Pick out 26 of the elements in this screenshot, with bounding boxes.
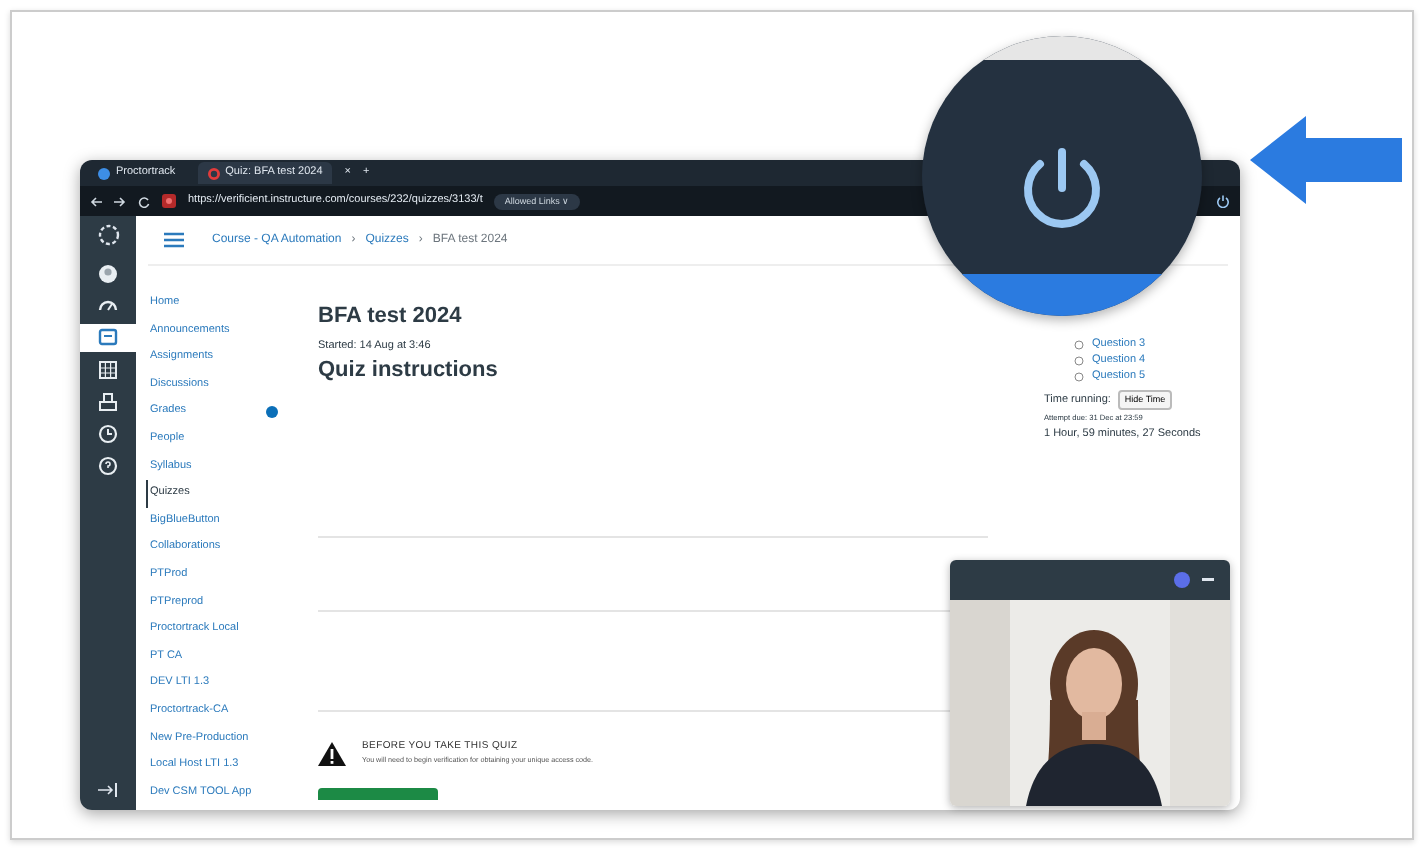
collapse-icon[interactable]: [98, 782, 118, 798]
tab-logo-icon: [207, 167, 220, 179]
power-icon[interactable]: [1216, 194, 1230, 208]
site-icon: [162, 194, 176, 208]
dashboard-icon: [98, 296, 118, 316]
help-icon: [98, 456, 118, 476]
arrow-icon: [1250, 116, 1402, 204]
history-icon: [98, 424, 118, 444]
reload-icon[interactable]: [138, 195, 150, 207]
calendar-icon: [98, 360, 118, 380]
logo-icon[interactable]: [97, 224, 119, 246]
account-icon: [98, 264, 118, 284]
notification-dot: [266, 406, 278, 419]
section-heading: Quiz instructions: [318, 355, 500, 386]
warning-icon: [318, 741, 346, 766]
action-button[interactable]: [318, 788, 438, 801]
quiz-title: BFA test 2024: [318, 302, 464, 332]
forward-icon[interactable]: [114, 195, 126, 207]
minimize-icon[interactable]: [1202, 578, 1214, 582]
avatar-icon: [1174, 572, 1190, 588]
inbox-icon: [98, 392, 118, 412]
tab-logo-icon: [98, 167, 110, 179]
back-icon[interactable]: [90, 195, 102, 207]
menu-icon[interactable]: [164, 232, 184, 248]
courses-icon: [98, 328, 118, 348]
nav-courses-item[interactable]: [80, 324, 136, 352]
